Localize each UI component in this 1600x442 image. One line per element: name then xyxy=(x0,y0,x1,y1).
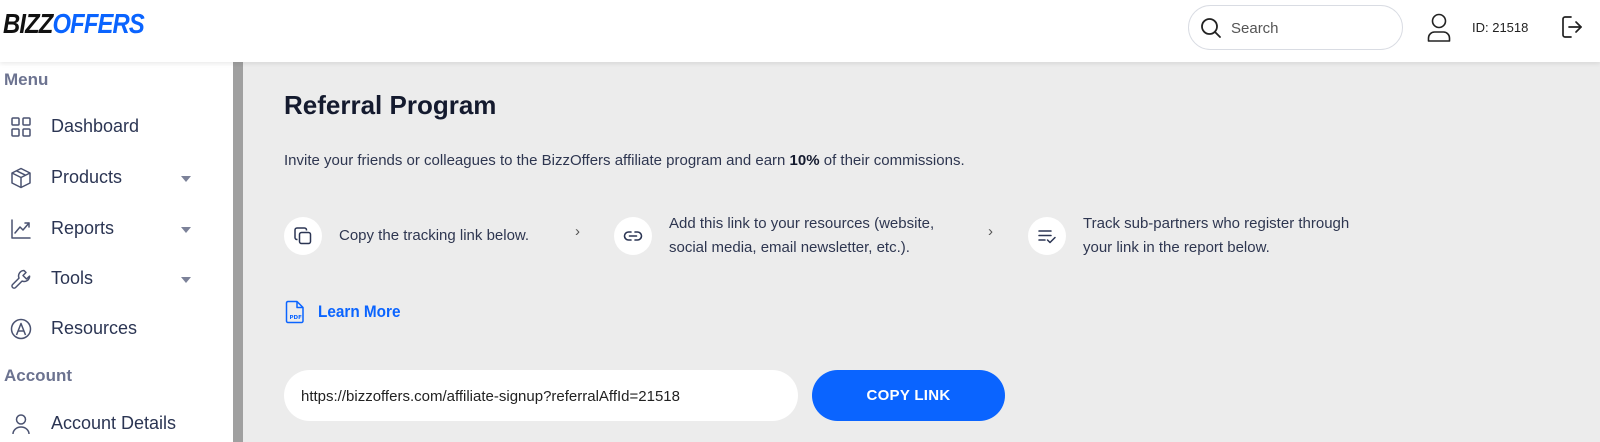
sidebar-item-label: Account Details xyxy=(51,413,177,433)
sidebar-item-tools[interactable]: Tools xyxy=(0,260,233,300)
intro-text-part: Invite your friends or colleagues to the… xyxy=(284,152,790,169)
chevron-right-icon: › xyxy=(988,223,993,240)
sidebar-item-label: Reports xyxy=(51,218,115,238)
search-icon xyxy=(1201,18,1221,38)
logo-text-offers: OFFERS xyxy=(52,8,144,39)
learn-more-label: Learn More xyxy=(318,302,401,321)
chevron-down-icon[interactable] xyxy=(181,277,191,283)
pdf-file-icon: PDF xyxy=(285,300,304,324)
top-header: BIZZOFFERS ID: 21518 xyxy=(0,0,1600,62)
step-icon-circle xyxy=(614,217,652,255)
sidebar-item-products[interactable]: Products xyxy=(0,159,233,199)
chart-line-icon xyxy=(11,219,31,239)
svg-text:PDF: PDF xyxy=(290,315,303,321)
chevron-down-icon[interactable] xyxy=(181,176,191,182)
sidebar-item-resources[interactable]: Resources xyxy=(0,310,233,350)
step-text-line: Add this link to your resources (website… xyxy=(669,215,935,232)
user-id-label: ID: 21518 xyxy=(1472,20,1529,35)
step-icon-circle xyxy=(284,217,322,255)
sidebar-item-dashboard[interactable]: Dashboard xyxy=(0,108,233,148)
user-profile-icon[interactable] xyxy=(1427,13,1451,43)
sidebar-divider xyxy=(233,62,243,442)
sidebar-item-label: Resources xyxy=(51,318,138,338)
search-input[interactable] xyxy=(1231,16,1391,40)
step-text: Copy the tracking link below. xyxy=(339,224,529,248)
list-check-icon xyxy=(1038,230,1056,244)
account-heading: Account xyxy=(4,366,72,385)
logout-icon[interactable] xyxy=(1561,15,1583,39)
step-text-line: Track sub-partners who register through xyxy=(1083,215,1350,232)
box-icon xyxy=(11,167,31,189)
logo-text-bizz: BIZZ xyxy=(3,8,53,39)
sidebar-item-label: Products xyxy=(51,167,123,187)
copy-link-button[interactable]: COPY LINK xyxy=(812,370,1005,421)
link-icon xyxy=(623,231,643,241)
step-text-line: social media, email newsletter, etc.). xyxy=(669,239,910,256)
referral-link-box[interactable] xyxy=(284,370,798,421)
learn-more-link[interactable]: PDF Learn More xyxy=(284,300,400,329)
step-text: Track sub-partners who register through y… xyxy=(1083,212,1349,260)
page-title: Referral Program xyxy=(284,90,497,120)
menu-heading: Menu xyxy=(4,70,49,89)
copy-icon xyxy=(294,227,312,245)
step-text-line: your link in the report below. xyxy=(1083,239,1270,256)
sidebar-item-account-details[interactable]: Account Details xyxy=(0,405,233,442)
sidebar-item-label: Dashboard xyxy=(51,116,140,136)
wrench-icon xyxy=(11,269,31,289)
search-box[interactable] xyxy=(1188,5,1403,50)
chevron-right-icon: › xyxy=(575,223,580,240)
sidebar-item-reports[interactable]: Reports xyxy=(0,210,233,250)
sidebar: Menu Dashboard Products Reports Tools Re… xyxy=(0,62,233,442)
resources-icon xyxy=(10,318,32,340)
intro-text-part: of their commissions. xyxy=(819,152,965,169)
intro-text: Invite your friends or colleagues to the… xyxy=(284,152,965,169)
referral-link-field[interactable] xyxy=(301,384,781,408)
dashboard-grid-icon xyxy=(11,117,31,137)
step-icon-circle xyxy=(1028,217,1066,255)
bizzoffers-logo[interactable]: BIZZOFFERS xyxy=(3,8,145,40)
step-text-line: Copy the tracking link below. xyxy=(339,227,530,244)
chevron-down-icon[interactable] xyxy=(181,227,191,233)
sidebar-item-label: Tools xyxy=(51,268,94,288)
commission-percent: 10% xyxy=(789,152,820,169)
step-text: Add this link to your resources (website… xyxy=(669,212,934,260)
user-icon xyxy=(12,414,30,435)
